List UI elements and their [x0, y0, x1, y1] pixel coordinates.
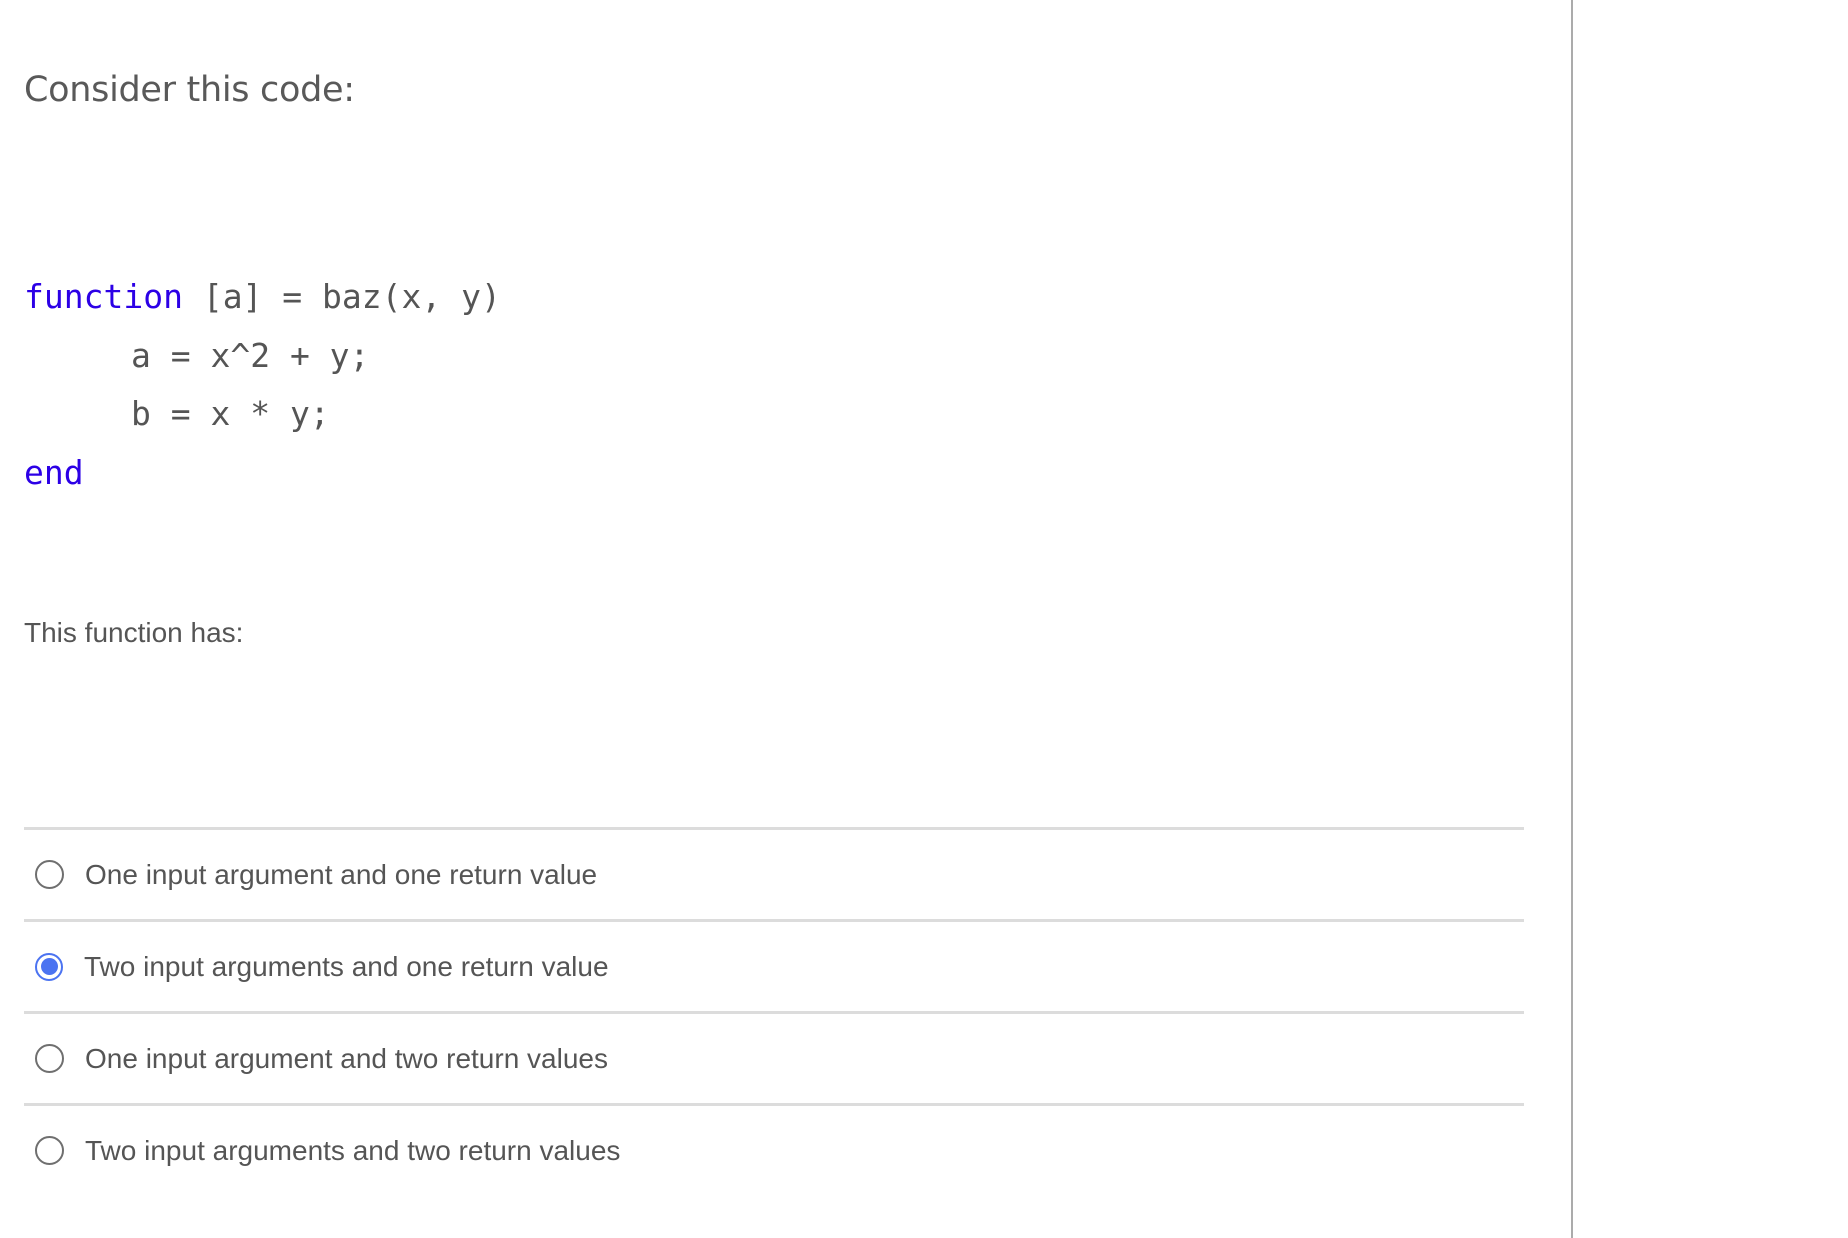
code-text: a = x^2 + y; [131, 335, 370, 375]
code-text: b = x * y; [131, 394, 330, 433]
code-keyword: function [24, 277, 183, 316]
code-line-2: a = x^2 + y; [24, 327, 501, 386]
code-text: [a] = baz(x, y) [182, 277, 501, 316]
answer-option-2[interactable]: Two input arguments and one return value [24, 919, 1524, 1011]
answer-option-3[interactable]: One input argument and two return values [24, 1011, 1524, 1103]
answer-list: One input argument and one return value … [24, 827, 1524, 1195]
quiz-question-panel: Consider this code: function [a] = baz(x… [0, 0, 1572, 1238]
question-prompt: Consider this code: [24, 70, 355, 110]
code-line-3: b = x * y; [24, 385, 501, 444]
answer-option-4[interactable]: Two input arguments and two return value… [24, 1103, 1524, 1195]
answer-label[interactable]: One input argument and two return values [85, 1043, 608, 1075]
radio-button[interactable] [35, 1044, 64, 1073]
code-line-4: end [24, 444, 501, 503]
code-line-1: function [a] = baz(x, y) [24, 268, 501, 327]
panel-divider [1571, 0, 1573, 1238]
answer-option-1[interactable]: One input argument and one return value [24, 827, 1524, 919]
radio-button[interactable] [35, 1136, 64, 1165]
radio-button[interactable] [35, 860, 64, 889]
answer-label[interactable]: Two input arguments and one return value [84, 951, 609, 983]
question-text: This function has: [24, 617, 244, 648]
answer-label[interactable]: One input argument and one return value [85, 859, 597, 891]
answer-label[interactable]: Two input arguments and two return value… [85, 1135, 620, 1167]
code-keyword: end [24, 452, 84, 492]
code-block: function [a] = baz(x, y) a = x^2 + y; b … [24, 268, 501, 502]
radio-button-selected[interactable] [35, 952, 63, 981]
